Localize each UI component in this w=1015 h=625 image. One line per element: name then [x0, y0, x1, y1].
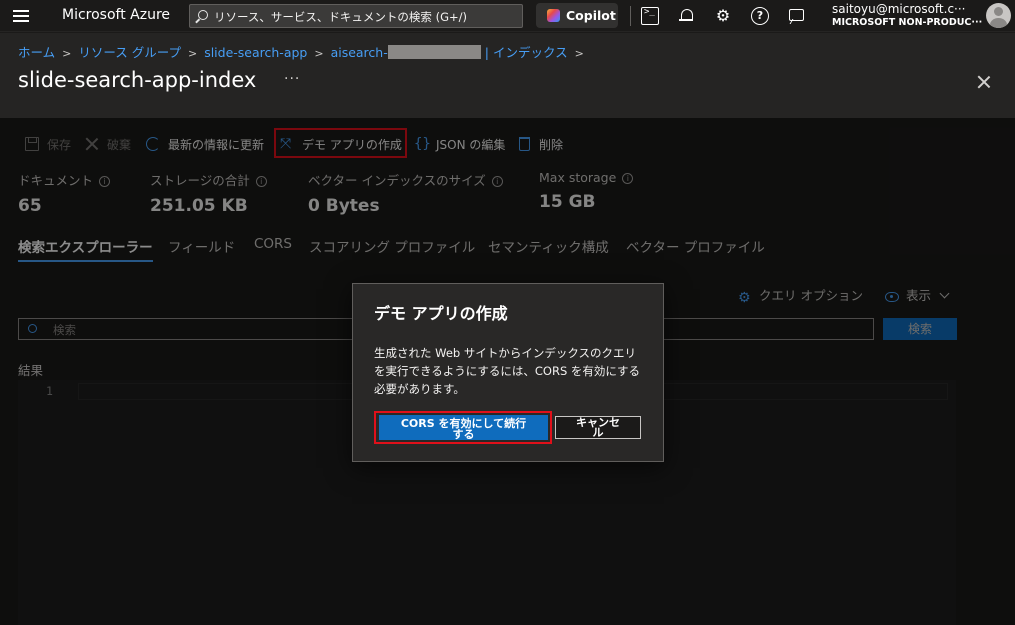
more-options-icon[interactable]: ···: [284, 71, 300, 87]
chevron-right-icon: >: [314, 47, 324, 60]
copilot-label: Copilot: [566, 8, 616, 23]
breadcrumb-search-service[interactable]: aisearch-: [331, 45, 388, 60]
dialog-message: 生成された Web サイトからインデックスのクエリを実行できるようにするには、C…: [374, 346, 641, 396]
search-icon: [198, 10, 208, 20]
breadcrumb: ホーム > リソース グループ > slide-search-app > aisearch-…: [18, 42, 591, 61]
avatar[interactable]: [986, 3, 1011, 28]
cancel-button[interactable]: キャンセル: [555, 416, 641, 439]
chevron-right-icon: >: [187, 47, 198, 60]
dialog-title: デモ アプリの作成: [374, 304, 508, 323]
cancel-button-line2: ル: [592, 426, 604, 439]
global-search-placeholder: リソース、サービス、ドキュメントの検索 (G+/): [214, 10, 467, 24]
copilot-icon: [547, 9, 560, 22]
breadcrumb-resource-groups[interactable]: リソース グループ: [78, 45, 181, 60]
breadcrumb-home[interactable]: ホーム: [18, 45, 55, 60]
breadcrumb-pipe: |: [484, 45, 489, 60]
close-icon[interactable]: [976, 74, 992, 90]
page-title: slide-search-app-index: [18, 68, 257, 92]
redacted-block: [387, 45, 481, 59]
divider: [630, 6, 631, 26]
feedback-icon[interactable]: [787, 7, 805, 25]
cloud-shell-icon[interactable]: [641, 7, 659, 25]
help-icon[interactable]: ?: [751, 7, 769, 25]
brand-title[interactable]: Microsoft Azure: [62, 7, 170, 23]
page-header: ホーム > リソース グループ > slide-search-app > aisearch-…: [0, 33, 1015, 118]
user-tenant: MICROSOFT NON-PRODUC···: [832, 17, 983, 28]
chevron-right-icon: >: [62, 47, 72, 60]
top-bar: Microsoft Azure リソース、サービス、ドキュメントの検索 (G+/…: [0, 0, 1015, 32]
notifications-bell-icon[interactable]: [677, 7, 695, 25]
highlight-box: [374, 411, 552, 444]
user-email: saitoyu@microsoft.c···: [832, 2, 966, 16]
breadcrumb-indexes[interactable]: インデックス: [493, 45, 568, 60]
breadcrumb-app[interactable]: slide-search-app: [204, 45, 307, 60]
chevron-right-icon: >: [574, 47, 584, 60]
menu-icon[interactable]: [13, 10, 29, 22]
account-info[interactable]: saitoyu@microsoft.c··· MICROSOFT NON-PRO…: [832, 2, 982, 28]
global-search-input[interactable]: リソース、サービス、ドキュメントの検索 (G+/): [189, 4, 523, 28]
copilot-button[interactable]: Copilot: [536, 3, 618, 28]
settings-gear-icon[interactable]: ⚙: [714, 7, 732, 25]
